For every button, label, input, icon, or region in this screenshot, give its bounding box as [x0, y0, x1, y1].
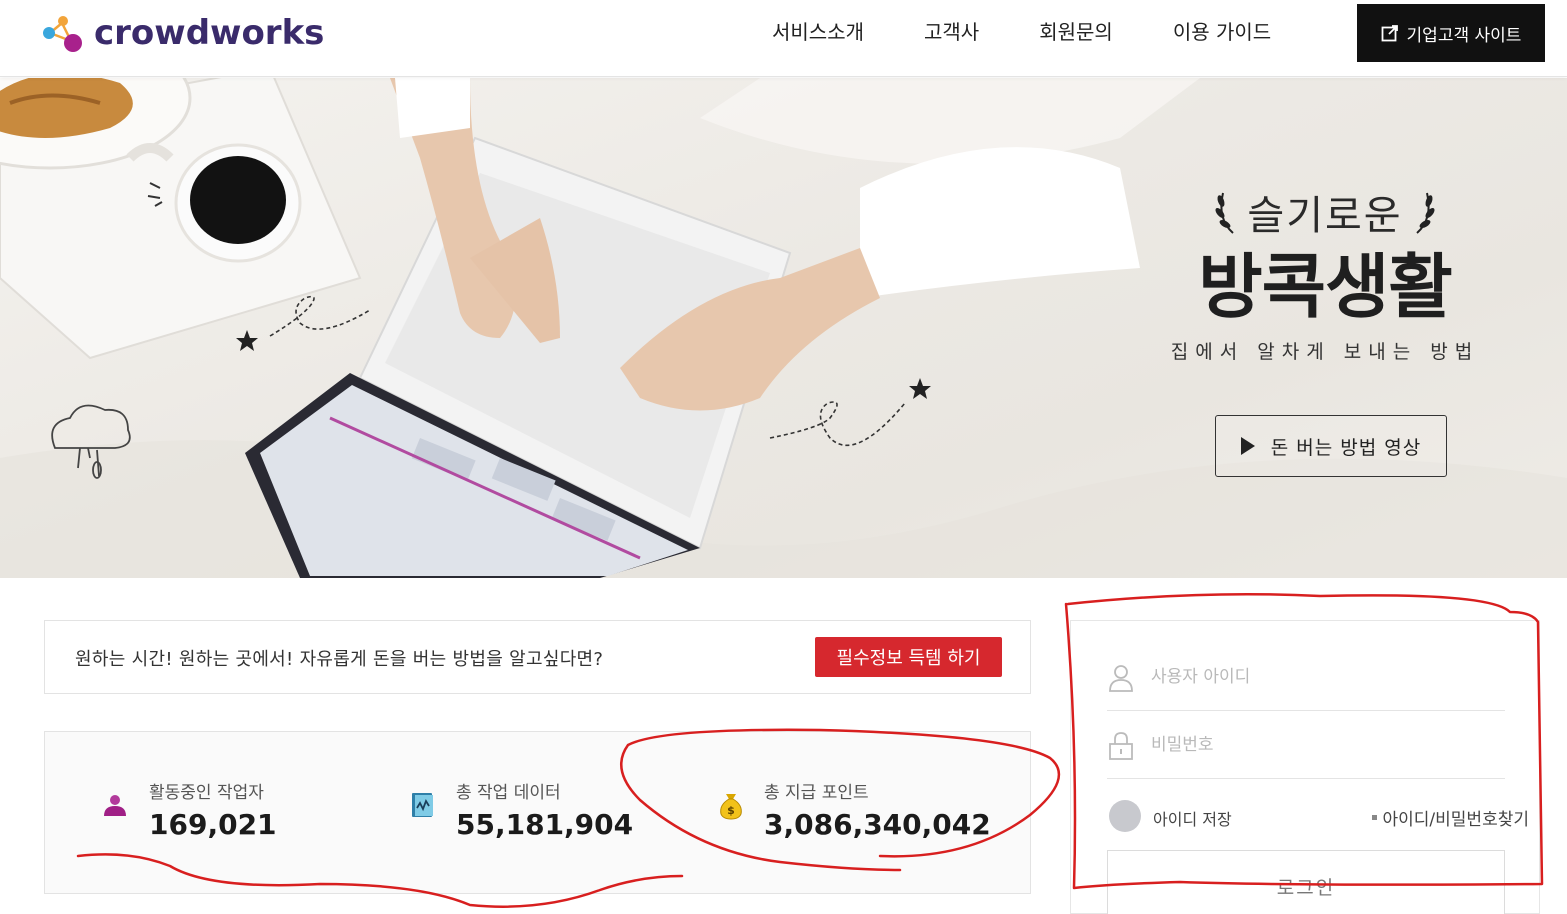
logo-text: crowdworks [94, 13, 325, 53]
corporate-site-button[interactable]: 기업고객 사이트 [1357, 4, 1545, 62]
stat-value: 55,181,904 [456, 808, 634, 841]
info-banner: 원하는 시간! 원하는 곳에서! 자유롭게 돈을 버는 방법을 알고싶다면? 필… [44, 620, 1031, 694]
bullet-icon [1371, 815, 1377, 820]
stat-label: 총 작업 데이터 [456, 783, 561, 803]
earn-money-video-button[interactable]: 돈 버는 방법 영상 [1215, 415, 1447, 477]
stats-panel: 활동중인 작업자 169,021 총 작업 데이터 55,181,904 $ 총… [44, 731, 1031, 894]
logo-mark-icon [43, 16, 82, 52]
user-icon [1109, 665, 1133, 692]
corporate-site-label: 기업고객 사이트 [1406, 25, 1522, 46]
hero-title: 방콕생활 [1198, 246, 1453, 328]
user-id-field [1107, 643, 1505, 711]
stat-label: 활동중인 작업자 [149, 783, 264, 803]
coffee-tray [0, 78, 362, 360]
nav-member-inquiry[interactable]: 회원문의 [1039, 18, 1113, 46]
info-banner-text: 원하는 시간! 원하는 곳에서! 자유롭게 돈을 버는 방법을 알고싶다면? [75, 649, 604, 670]
essential-info-button[interactable]: 필수정보 득템 하기 [815, 637, 1002, 677]
site-header: crowdworks 서비스소개 고객사 회원문의 이용 가이드 기업고객 사이… [0, 0, 1567, 77]
money-bag-icon: $ [720, 794, 742, 820]
hero-copy: 슬기로운 방콕생활 집에서 알차게 보내는 방법 [1170, 183, 1480, 364]
play-icon [1240, 437, 1255, 455]
nav-usage-guide[interactable]: 이용 가이드 [1173, 18, 1271, 46]
video-button-label: 돈 버는 방법 영상 [1270, 436, 1422, 459]
laurel-left-icon [1215, 192, 1235, 234]
find-link-label: 아이디/비밀번호찾기 [1382, 810, 1530, 830]
save-id-label: 아이디 저장 [1153, 810, 1232, 829]
laurel-right-icon [1415, 192, 1435, 234]
hero-subtitle-top: 슬기로운 [1170, 183, 1480, 241]
nav-clients[interactable]: 고객사 [924, 18, 979, 46]
hero-tagline: 집에서 알차게 보내는 방법 [1170, 341, 1480, 363]
lock-icon [1109, 732, 1133, 760]
stat-value: 3,086,340,042 [764, 808, 991, 841]
password-input[interactable] [1151, 729, 1481, 761]
stat-value: 169,021 [149, 808, 277, 841]
save-id-row: 아이디 저장 아이디/비밀번호찾기 [1109, 797, 1529, 833]
password-field [1107, 711, 1505, 779]
save-id-toggle[interactable] [1109, 800, 1141, 832]
user-id-input[interactable] [1151, 661, 1481, 693]
external-link-icon [1381, 25, 1398, 42]
main-nav: 서비스소개 고객사 회원문의 이용 가이드 [772, 18, 1331, 46]
nav-service-intro[interactable]: 서비스소개 [772, 18, 864, 46]
login-panel: 아이디 저장 아이디/비밀번호찾기 로그인 [1070, 620, 1540, 914]
find-id-password-link[interactable]: 아이디/비밀번호찾기 [1371, 805, 1530, 830]
svg-text:$: $ [727, 804, 735, 817]
crowdworks-logo[interactable]: crowdworks [40, 8, 324, 58]
login-button[interactable]: 로그인 [1107, 850, 1505, 914]
stat-label: 총 지급 포인트 [764, 783, 869, 803]
hero-banner: 슬기로운 방콕생활 집에서 알차게 보내는 방법 돈 버는 방법 영상 [0, 78, 1567, 578]
worker-icon [104, 795, 126, 816]
hero-subtitle-text: 슬기로운 [1247, 193, 1403, 239]
data-book-icon [412, 793, 433, 817]
